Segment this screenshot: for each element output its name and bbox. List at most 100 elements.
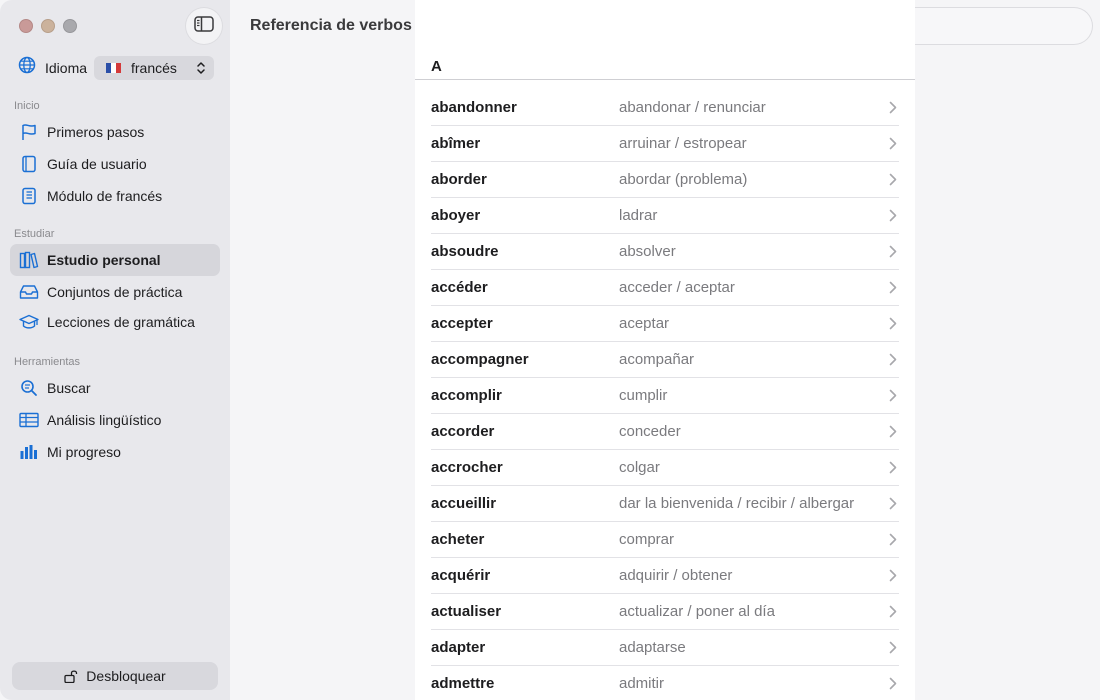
sidebar-item-conjuntos-de-practica[interactable]: Conjuntos de práctica — [10, 276, 220, 308]
list-item[interactable]: adapter adaptarse — [431, 630, 899, 666]
globe-icon — [18, 56, 36, 79]
list-item[interactable]: acquérir adquirir / obtener — [431, 558, 899, 594]
sidebar-item-guia-de-usuario[interactable]: Guía de usuario — [10, 148, 220, 180]
sidebar-item-label: Primeros pasos — [47, 124, 145, 140]
sidebar-item-primeros-pasos[interactable]: Primeros pasos — [10, 116, 220, 148]
list-item[interactable]: actualiser actualizar / poner al día — [431, 594, 899, 630]
list-item[interactable]: accepter aceptar — [431, 306, 899, 342]
flag-icon — [19, 122, 39, 142]
chevron-right-icon — [889, 641, 897, 659]
book-icon — [19, 154, 39, 174]
section-title-inicio: Inicio — [14, 100, 40, 112]
verb-label: accéder — [431, 279, 488, 296]
page-title: Referencia de verbos — [250, 17, 412, 34]
verb-label: aboyer — [431, 207, 481, 224]
sidebar: Idioma francés Inicio Primeros pasos Guí… — [0, 0, 230, 700]
unlock-icon — [64, 669, 78, 683]
list-item[interactable]: accompagner acompañar — [431, 342, 899, 378]
unlock-button[interactable]: Desbloquear — [12, 662, 218, 690]
verb-label: accorder — [431, 423, 495, 440]
chevron-right-icon — [889, 353, 897, 371]
chevron-up-down-icon — [196, 61, 206, 78]
list-item[interactable]: accrocher colgar — [431, 450, 899, 486]
verb-translation: abandonar / renunciar — [619, 99, 766, 116]
sidebar-item-lecciones-de-gramatica[interactable]: Lecciones de gramática — [10, 306, 220, 338]
table-icon — [19, 410, 39, 430]
verb-label: acquérir — [431, 567, 491, 584]
section-divider — [415, 79, 915, 80]
sidebar-item-mi-progreso[interactable]: Mi progreso — [10, 436, 220, 468]
france-flag-icon — [106, 63, 121, 73]
list-item[interactable]: aboyer ladrar — [431, 198, 899, 234]
verb-label: accrocher — [431, 459, 503, 476]
verb-translation: dar la bienvenida / recibir / albergar — [619, 495, 855, 512]
sidebar-item-label: Conjuntos de práctica — [47, 284, 183, 300]
sidebar-item-modulo-de-frances[interactable]: Módulo de francés — [10, 180, 220, 212]
verb-translation: actualizar / poner al día — [619, 603, 775, 620]
verb-translation: comprar — [619, 531, 675, 548]
sidebar-item-estudio-personal[interactable]: Estudio personal — [10, 244, 220, 276]
chevron-right-icon — [889, 317, 897, 335]
verb-list: abandonner abandonar / renunciar abîmer arr… — [431, 90, 899, 700]
chevron-right-icon — [889, 425, 897, 443]
verb-label: accepter — [431, 315, 493, 332]
graduation-cap-icon — [19, 312, 39, 332]
sidebar-icon — [194, 15, 214, 37]
chevron-right-icon — [889, 677, 897, 695]
verb-translation: acceder / aceptar — [619, 279, 735, 296]
section-title-estudiar: Estudiar — [14, 228, 55, 240]
list-item[interactable]: accéder acceder / aceptar — [431, 270, 899, 306]
list-item[interactable]: acheter comprar — [431, 522, 899, 558]
books-icon — [19, 250, 39, 270]
magnifier-icon — [19, 378, 39, 398]
notebook-icon — [19, 186, 39, 206]
minimize-window-button[interactable] — [41, 19, 55, 33]
verb-label: actualiser — [431, 603, 502, 620]
list-item[interactable]: abîmer arruinar / estropear — [431, 126, 899, 162]
list-item[interactable]: accorder conceder — [431, 414, 899, 450]
verb-translation: absolver — [619, 243, 676, 260]
app-window: Idioma francés Inicio Primeros pasos Guí… — [0, 0, 1100, 700]
verb-translation: aceptar — [619, 315, 670, 332]
verb-label: accueillir — [431, 495, 497, 512]
verb-translation: adaptarse — [619, 639, 686, 656]
list-item[interactable]: absoudre absolver — [431, 234, 899, 270]
sidebar-item-label: Guía de usuario — [47, 156, 147, 172]
chevron-right-icon — [889, 209, 897, 227]
verb-translation: ladrar — [619, 207, 658, 224]
tray-icon — [19, 282, 39, 302]
chevron-right-icon — [889, 569, 897, 587]
language-value: francés — [131, 60, 177, 76]
chevron-right-icon — [889, 389, 897, 407]
language-label: Idioma — [45, 59, 88, 76]
chevron-right-icon — [889, 497, 897, 515]
verb-label: accomplir — [431, 387, 502, 404]
language-select[interactable]: francés — [94, 56, 214, 80]
list-item[interactable]: accueillir dar la bienvenida / recibir / … — [431, 486, 899, 522]
sidebar-item-analisis-linguistico[interactable]: Análisis lingüístico — [10, 404, 220, 436]
sidebar-item-label: Buscar — [47, 380, 91, 396]
sidebar-item-label: Mi progreso — [47, 444, 121, 460]
list-item[interactable]: abandonner abandonar / renunciar — [431, 90, 899, 126]
sidebar-toggle-button[interactable] — [186, 8, 222, 44]
chevron-right-icon — [889, 533, 897, 551]
verb-translation: abordar (problema) — [619, 171, 748, 188]
list-item[interactable]: aborder abordar (problema) — [431, 162, 899, 198]
verb-translation: conceder — [619, 423, 681, 440]
sidebar-item-label: Lecciones de gramática — [47, 314, 195, 330]
list-item[interactable]: admettre admitir — [431, 666, 899, 700]
chevron-right-icon — [889, 245, 897, 263]
list-item[interactable]: accomplir cumplir — [431, 378, 899, 414]
verb-translation: arruinar / estropear — [619, 135, 747, 152]
bar-chart-icon — [19, 442, 39, 462]
sidebar-item-buscar[interactable]: Buscar — [10, 372, 220, 404]
close-window-button[interactable] — [19, 19, 33, 33]
chevron-right-icon — [889, 173, 897, 191]
section-title-herramientas: Herramientas — [14, 356, 81, 368]
sidebar-item-label: Análisis lingüístico — [47, 412, 162, 428]
verb-translation: colgar — [619, 459, 660, 476]
zoom-window-button[interactable] — [63, 19, 77, 33]
verb-translation: adquirir / obtener — [619, 567, 733, 584]
language-row: Idioma francés — [18, 56, 214, 80]
verb-label: adapter — [431, 639, 486, 656]
